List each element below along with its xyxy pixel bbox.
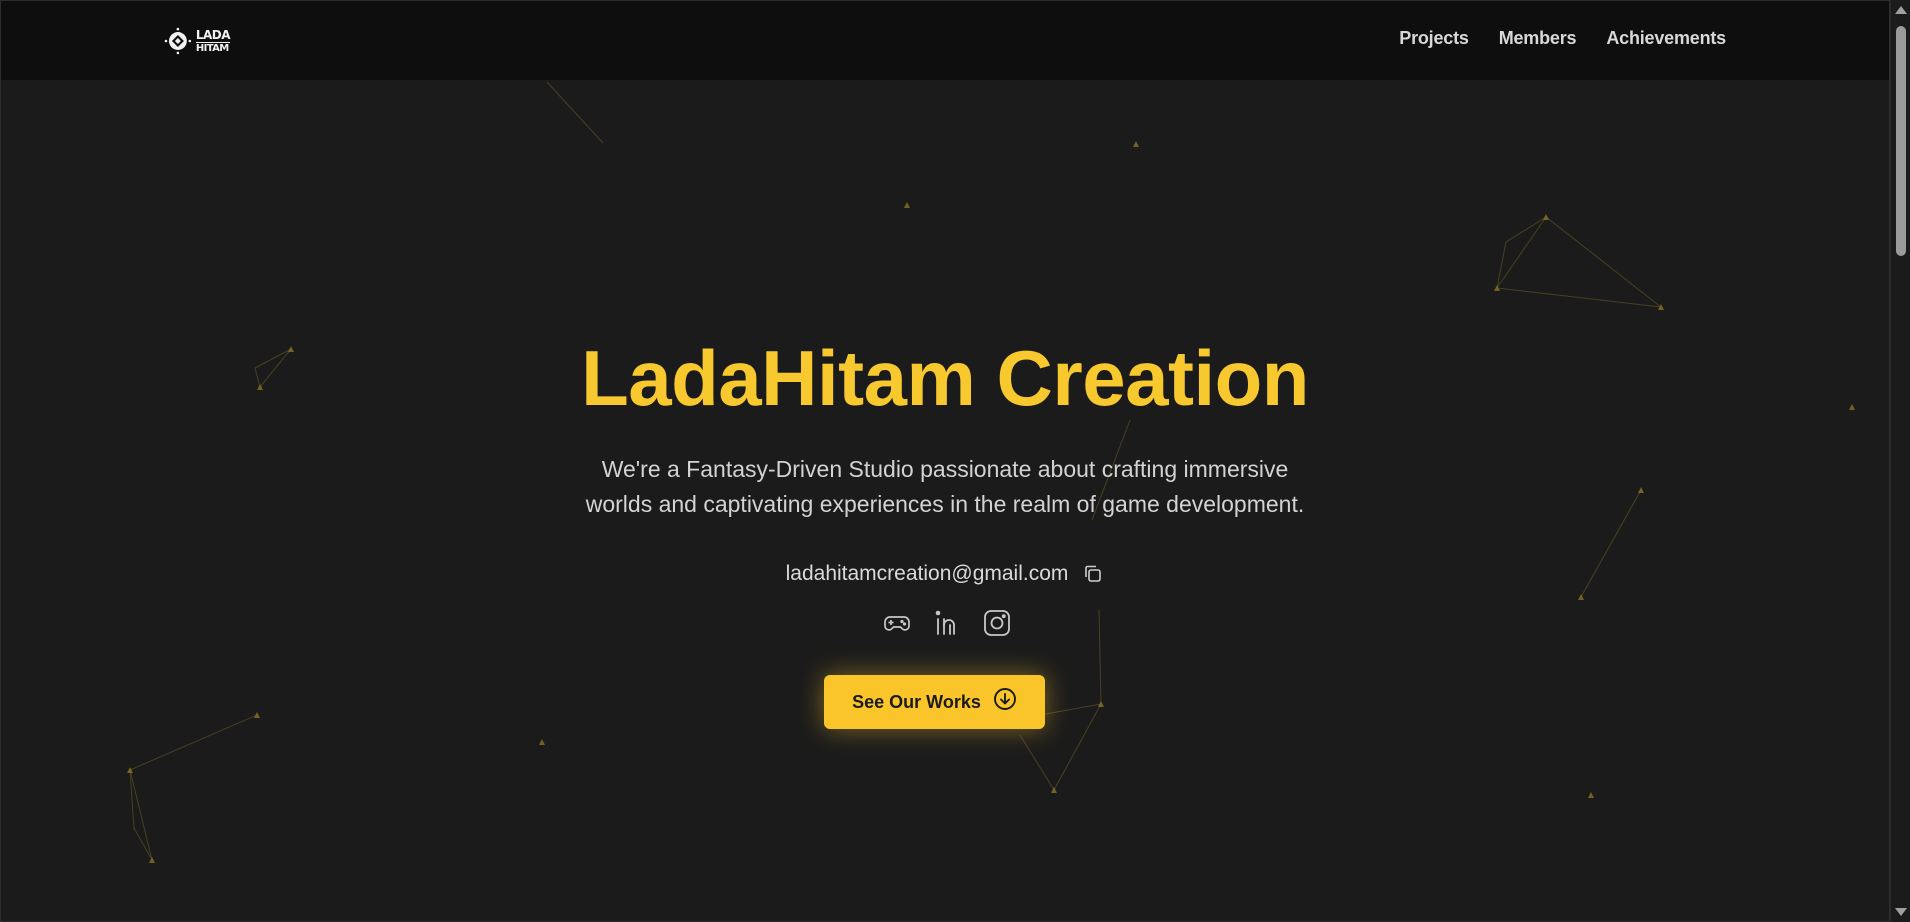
scroll-down-icon[interactable] (1895, 908, 1907, 916)
hero-description-line2: worlds and captivating experiences in th… (585, 491, 1305, 517)
scroll-up-icon[interactable] (1895, 6, 1907, 14)
gamepad-icon[interactable] (882, 608, 912, 638)
hero-description-line1: We're a Fantasy-Driven Studio passionate… (601, 456, 1289, 482)
hero-description: We're a Fantasy-Driven Studio passionate… (0, 452, 1890, 522)
email-row: ladahitamcreation@gmail.com (0, 562, 1890, 586)
hero-title: LadaHitam Creation (581, 334, 1309, 422)
linkedin-icon[interactable] (932, 608, 962, 638)
hero-section: LadaHitam Creation We're a Fantasy-Drive… (0, 0, 1890, 922)
see-our-works-button[interactable]: See Our Works (824, 675, 1045, 729)
vertical-scrollbar[interactable] (1890, 0, 1910, 922)
page: LADA HITAM Projects Members Achievements… (0, 0, 1910, 922)
social-links (0, 608, 1890, 638)
email-text: ladahitamcreation@gmail.com (785, 562, 1069, 585)
scroll-thumb[interactable] (1896, 26, 1906, 256)
instagram-icon[interactable] (982, 608, 1012, 638)
see-our-works-label: See Our Works (852, 691, 981, 712)
arrow-down-circle-icon (993, 687, 1017, 711)
viewport: LADA HITAM Projects Members Achievements… (0, 0, 1890, 922)
copy-icon[interactable] (1082, 563, 1104, 585)
